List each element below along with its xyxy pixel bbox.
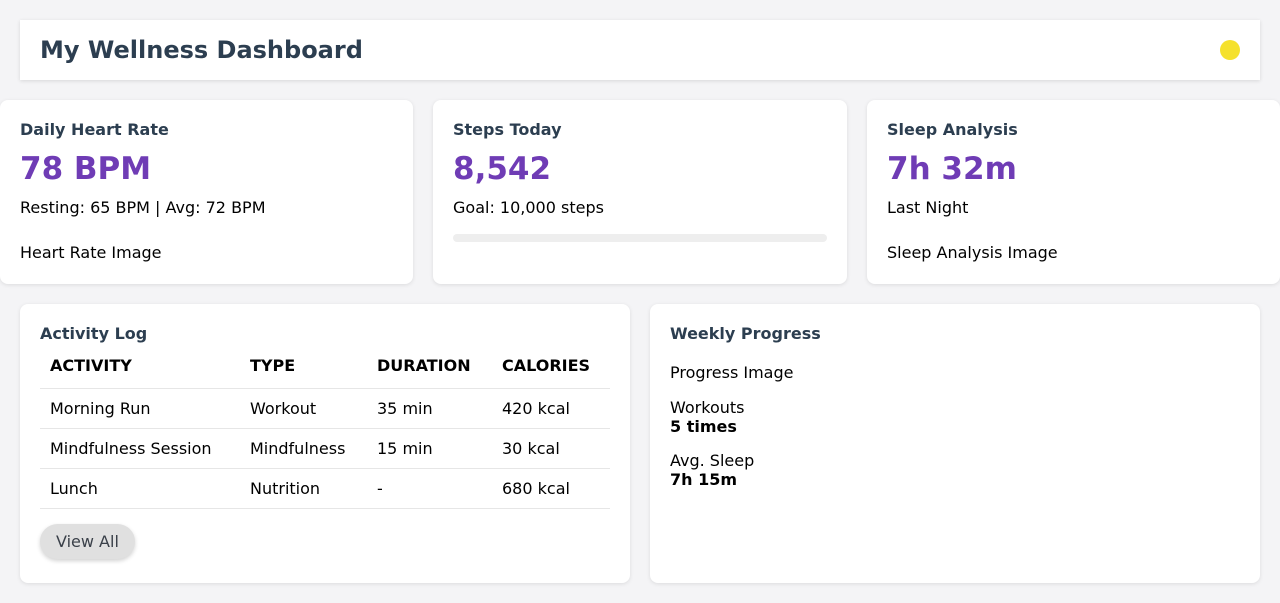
steps-card: Steps Today 8,542 Goal: 10,000 steps bbox=[433, 100, 847, 284]
calories-cell: 30 kcal bbox=[492, 428, 610, 469]
activity-log-card: Activity Log ACTIVITY TYPE DURATION CALO… bbox=[20, 304, 630, 583]
image-alt-text: Heart Rate Image bbox=[20, 243, 162, 262]
heart-rate-image: Heart Rate Image bbox=[20, 243, 393, 263]
calories-cell: 420 kcal bbox=[492, 388, 610, 429]
image-alt-text: Progress Image bbox=[670, 363, 794, 382]
calories-cell: 680 kcal bbox=[492, 468, 610, 509]
duration-cell: 15 min bbox=[367, 428, 492, 469]
sleep-period: Last Night bbox=[887, 198, 969, 217]
column-header: DURATION bbox=[367, 356, 492, 389]
page-title: My Wellness Dashboard bbox=[40, 36, 363, 64]
column-header: CALORIES bbox=[492, 356, 610, 389]
steps-progress-bar bbox=[453, 234, 827, 242]
card-title: Daily Heart Rate bbox=[20, 120, 169, 139]
dashboard-header: My Wellness Dashboard bbox=[20, 20, 1260, 80]
stat-value: 5 times bbox=[670, 417, 737, 436]
activity-cell: Morning Run bbox=[40, 388, 240, 429]
sleep-value: 7h 32m bbox=[887, 151, 1017, 187]
table-row[interactable]: Mindfulness Session Mindfulness 15 min 3… bbox=[40, 428, 610, 469]
steps-value: 8,542 bbox=[453, 151, 552, 187]
column-header: ACTIVITY bbox=[40, 356, 240, 389]
progress-image: Progress Image bbox=[670, 363, 1240, 383]
table-header-row: ACTIVITY TYPE DURATION CALORIES bbox=[40, 356, 610, 389]
heart-rate-value: 78 BPM bbox=[20, 151, 152, 187]
card-title: Steps Today bbox=[453, 120, 562, 139]
duration-cell: 35 min bbox=[367, 388, 492, 429]
heart-rate-summary: Resting: 65 BPM | Avg: 72 BPM bbox=[20, 198, 266, 217]
duration-cell: - bbox=[367, 468, 492, 509]
sleep-analysis-image: Sleep Analysis Image bbox=[887, 243, 1260, 263]
table-row[interactable]: Lunch Nutrition - 680 kcal bbox=[40, 468, 610, 509]
avg-sleep-stat: Avg. Sleep 7h 15m bbox=[670, 451, 1240, 489]
image-alt-text: Sleep Analysis Image bbox=[887, 243, 1058, 262]
table-row[interactable]: Morning Run Workout 35 min 420 kcal bbox=[40, 388, 610, 429]
view-all-button[interactable]: View All bbox=[40, 523, 135, 559]
status-indicator[interactable] bbox=[1220, 40, 1240, 60]
activity-cell: Mindfulness Session bbox=[40, 428, 240, 469]
sleep-card: Sleep Analysis 7h 32m Last Night Sleep A… bbox=[867, 100, 1280, 284]
stat-label: Workouts bbox=[670, 398, 745, 417]
type-cell: Nutrition bbox=[240, 468, 367, 509]
card-title: Sleep Analysis bbox=[887, 120, 1018, 139]
steps-goal: Goal: 10,000 steps bbox=[453, 198, 604, 217]
weekly-progress-card: Weekly Progress Progress Image Workouts … bbox=[650, 304, 1260, 583]
workouts-stat: Workouts 5 times bbox=[670, 398, 1240, 436]
card-title: Weekly Progress bbox=[670, 324, 821, 343]
activity-table: ACTIVITY TYPE DURATION CALORIES Morning … bbox=[40, 356, 610, 509]
activity-cell: Lunch bbox=[40, 468, 240, 509]
heart-rate-card: Daily Heart Rate 78 BPM Resting: 65 BPM … bbox=[0, 100, 413, 284]
type-cell: Mindfulness bbox=[240, 428, 367, 469]
column-header: TYPE bbox=[240, 356, 367, 389]
stat-label: Avg. Sleep bbox=[670, 451, 755, 470]
stat-value: 7h 15m bbox=[670, 470, 738, 489]
card-title: Activity Log bbox=[40, 324, 148, 343]
type-cell: Workout bbox=[240, 388, 367, 429]
